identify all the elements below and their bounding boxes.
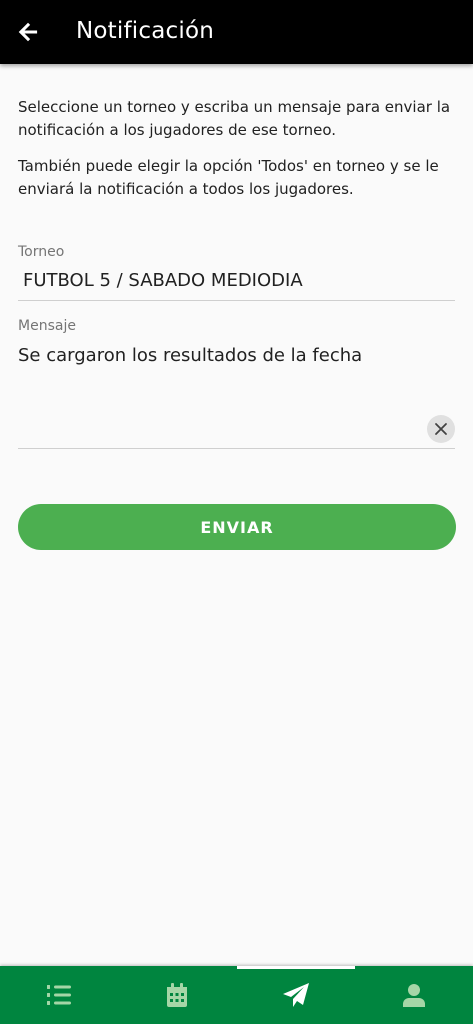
mensaje-label: Mensaje — [18, 318, 76, 334]
send-button[interactable]: ENVIAR — [18, 504, 456, 550]
calendar-icon — [167, 983, 187, 1007]
intro-text-all-option: También puede elegir la opción 'Todos' e… — [18, 157, 439, 198]
list-numbered-icon — [47, 985, 71, 1005]
torneo-select[interactable]: FUTBOL 5 / SABADO MEDIODIA — [23, 270, 303, 291]
paper-plane-icon — [283, 983, 309, 1007]
nav-item-calendar[interactable] — [118, 966, 236, 1024]
torneo-label: Torneo — [18, 244, 65, 260]
mensaje-input[interactable]: Se cargaron los resultados de la fecha — [18, 344, 418, 434]
clear-message-button[interactable] — [427, 415, 455, 443]
nav-item-standings[interactable] — [0, 966, 118, 1024]
torneo-underline — [18, 300, 455, 301]
page-title: Notificación — [76, 18, 214, 44]
app-bar: Notificación — [0, 0, 473, 64]
nav-item-notifications[interactable] — [237, 966, 355, 1024]
bottom-nav — [0, 966, 473, 1024]
back-button[interactable] — [14, 18, 42, 46]
intro-text: Seleccione un torneo y escriba un mensaj… — [18, 98, 451, 139]
arrow-left-icon — [18, 22, 38, 42]
close-icon — [435, 423, 447, 435]
user-icon — [403, 984, 425, 1007]
mensaje-underline — [18, 448, 455, 449]
nav-item-profile[interactable] — [355, 966, 473, 1024]
